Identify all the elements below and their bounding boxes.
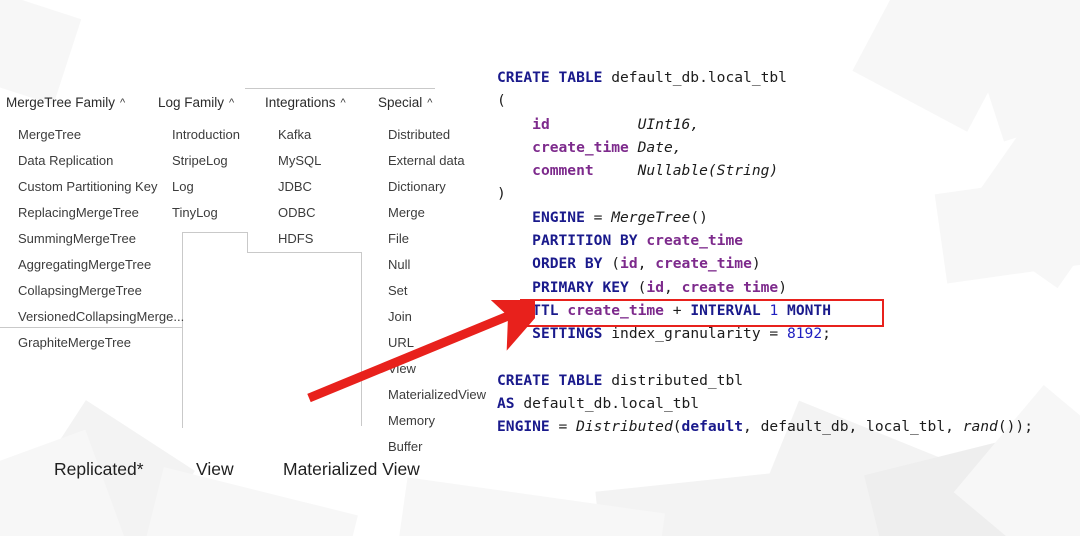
menu-item-distributed[interactable]: Distributed xyxy=(388,127,486,142)
chevron-up-icon: ^ xyxy=(120,97,126,109)
bottom-label-replicated: Replicated* xyxy=(54,459,144,479)
menu-item-stripelog[interactable]: StripeLog xyxy=(172,153,240,168)
panel-border-step-right xyxy=(247,252,362,253)
menu-header-integrations[interactable]: Integrations ^ xyxy=(265,95,346,112)
menu-item-collapsingmergetree[interactable]: CollapsingMergeTree xyxy=(18,283,184,298)
menu-header-label: Log Family xyxy=(158,95,225,110)
menu-item-memory[interactable]: Memory xyxy=(388,413,486,428)
menu-item-dictionary[interactable]: Dictionary xyxy=(388,179,486,194)
code-line-engine-distributed: ENGINE = Distributed(default, default_db… xyxy=(497,418,1034,436)
menu-item-external-data[interactable]: External data xyxy=(388,153,486,168)
menu-column-log-family: Log Family ^ Introduction StripeLog Log T… xyxy=(158,95,240,220)
red-arrow-annotation xyxy=(307,300,535,403)
code-line-partition-by: PARTITION BY create_time xyxy=(532,232,744,250)
menu-item-file[interactable]: File xyxy=(388,231,486,246)
chevron-up-icon: ^ xyxy=(427,97,433,109)
menu-item-tinylog[interactable]: TinyLog xyxy=(172,205,240,220)
menu-item-aggregatingmergetree[interactable]: AggregatingMergeTree xyxy=(18,257,184,272)
menu-header-log-family[interactable]: Log Family ^ xyxy=(158,95,240,112)
menu-column-integrations: Integrations ^ Kafka MySQL JDBC ODBC HDFS xyxy=(265,95,346,246)
menu-item-introduction[interactable]: Introduction xyxy=(172,127,240,142)
code-line-open-paren: ( xyxy=(497,92,506,110)
bottom-label-row: Replicated* View Materialized View xyxy=(0,458,500,490)
menu-item-jdbc[interactable]: JDBC xyxy=(278,179,346,194)
code-line-engine: ENGINE = MergeTree() xyxy=(532,208,708,226)
chevron-up-icon: ^ xyxy=(229,97,235,109)
bottom-label-materialized-view: Materialized View xyxy=(283,459,420,479)
code-line-close-paren: ) xyxy=(497,185,506,203)
menu-item-null[interactable]: Null xyxy=(388,257,486,272)
menu-item-log[interactable]: Log xyxy=(172,179,240,194)
menu-item-buffer[interactable]: Buffer xyxy=(388,439,486,454)
slide-canvas: MergeTree Family ^ MergeTree Data Replica… xyxy=(0,0,1080,536)
menu-header-label: Integrations xyxy=(265,95,336,110)
sql-code-block: CREATE TABLE default_db.local_tbl ( id U… xyxy=(497,66,1033,439)
menu-item-kafka[interactable]: Kafka xyxy=(278,127,346,142)
menu-item-odbc[interactable]: ODBC xyxy=(278,205,346,220)
menu-item-hdfs[interactable]: HDFS xyxy=(278,231,346,246)
menu-item-set[interactable]: Set xyxy=(388,283,486,298)
chevron-up-icon: ^ xyxy=(340,97,346,109)
panel-border-mid-step xyxy=(247,232,248,253)
arrow-shaft xyxy=(307,300,535,403)
code-line-col-id: id UInt16, xyxy=(532,115,700,133)
code-line-col-create-time: create_time Date, xyxy=(532,138,682,156)
panel-border-step-top xyxy=(182,232,247,233)
menu-item-summingmergetree[interactable]: SummingMergeTree xyxy=(18,231,184,246)
menu-item-graphitemergetree[interactable]: GraphiteMergeTree xyxy=(18,335,184,350)
code-line-primary-key: PRIMARY KEY (id, create time) xyxy=(532,278,788,296)
menu-header-label: MergeTree Family xyxy=(6,95,116,110)
menu-item-mysql[interactable]: MySQL xyxy=(278,153,346,168)
menu-items-log-family: Introduction StripeLog Log TinyLog xyxy=(158,127,240,220)
menu-header-special[interactable]: Special ^ xyxy=(378,95,486,112)
ttl-line-highlight-box xyxy=(520,299,884,327)
code-line-order-by: ORDER BY (id, create_time) xyxy=(532,255,761,273)
code-line-settings: SETTINGS index_granularity = 8192; xyxy=(532,325,831,343)
bottom-label-view: View xyxy=(196,459,234,479)
menu-items-integrations: Kafka MySQL JDBC ODBC HDFS xyxy=(265,127,346,246)
menu-header-label: Special xyxy=(378,95,423,110)
code-line-col-comment: comment Nullable(String) xyxy=(532,162,779,180)
menu-item-merge[interactable]: Merge xyxy=(388,205,486,220)
code-line-create-table-local: CREATE TABLE default_db.local_tbl xyxy=(497,69,787,86)
panel-border-top xyxy=(245,88,435,89)
menu-item-versionedcollapsingmergetree[interactable]: VersionedCollapsingMerge... xyxy=(18,309,184,324)
